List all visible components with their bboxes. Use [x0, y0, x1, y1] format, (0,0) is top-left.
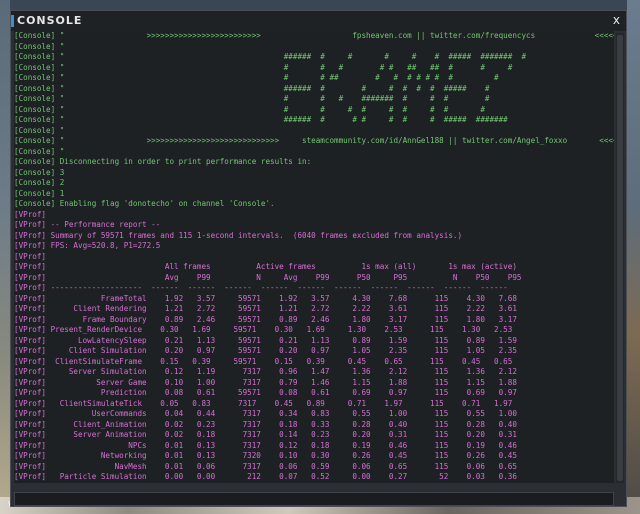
- log-line: [VProf] FPS: Avg=520.8, P1=272.5: [14, 241, 161, 250]
- log-line: [VProf]: [14, 483, 614, 484]
- console-title: CONSOLE: [17, 14, 83, 27]
- log-line: [Console] ": [14, 125, 65, 135]
- log-line: [Console] " # # # # # # # # #: [14, 104, 485, 114]
- log-line: [Console] " >>>>>>>>>>>>>>>>>>>>>>>>> fp…: [14, 31, 614, 40]
- log-line: [Console] 3: [14, 167, 65, 177]
- console-window: CONSOLE x [Console] " >>>>>>>>>>>>>>>>>>…: [10, 10, 627, 507]
- log-line: [VProf] -------------------- ------ ----…: [14, 283, 508, 292]
- log-line: [Console] " ###### # # # # # ##### #####…: [14, 52, 527, 61]
- log-line: [Console] Disconnecting in order to prin…: [14, 157, 312, 166]
- log-line: [Console] " # # ## # # # # # # # #: [14, 73, 499, 82]
- log-line: [VProf] Present_RenderDevice 0.30 1.69 5…: [14, 325, 513, 334]
- log-line: [VProf] NavMesh 0.01 0.06 7317 0.06 0.59…: [14, 461, 517, 471]
- log-line: [VProf] All frames Active frames 1s max …: [14, 262, 517, 271]
- log-line: [VProf]: [14, 251, 47, 261]
- log-line: [Console] Enabling flag 'donotecho' on c…: [14, 199, 275, 208]
- log-scrollbar[interactable]: [616, 33, 624, 483]
- log-line: [Console] 2: [14, 178, 65, 187]
- log-line: [VProf] Frame Boundary 0.89 2.46 59571 0…: [14, 314, 517, 324]
- log-line: [VProf] LowLatencySleep 0.21 1.13 59571 …: [14, 335, 517, 345]
- log-line: [VProf] Client Simulation 0.20 0.97 5957…: [14, 346, 517, 355]
- log-line: [VProf] FrameTotal 1.92 3.57 59571 1.92 …: [14, 293, 517, 303]
- title-accent-bar: [11, 15, 14, 27]
- game-background-left: [0, 0, 10, 514]
- console-log[interactable]: [Console] " >>>>>>>>>>>>>>>>>>>>>>>>> fp…: [14, 31, 614, 483]
- log-line: [Console] " # # # # # ## ## # # #: [14, 62, 513, 72]
- log-line: [Console] " # # # ####### # # # #: [14, 94, 490, 103]
- log-line: [VProf] -- Performance report --: [14, 220, 161, 229]
- log-line: [Console] ": [14, 146, 65, 156]
- log-line: [VProf] Particle Simulation 0.00 0.00 21…: [14, 472, 517, 481]
- log-line: [VProf] UserCommands 0.04 0.44 7317 0.34…: [14, 409, 517, 418]
- log-line: [Console] 1: [14, 188, 65, 198]
- console-input-container: [14, 492, 614, 506]
- scrollbar-thumb[interactable]: [617, 35, 623, 481]
- log-line: [VProf] Server Animation 0.02 0.18 7317 …: [14, 430, 517, 439]
- log-line: [Console] " ###### # # # # # # ##### ###…: [14, 115, 508, 124]
- log-line: [VProf] Server Game 0.10 1.00 7317 0.79 …: [14, 377, 517, 387]
- console-titlebar[interactable]: CONSOLE x: [11, 11, 626, 31]
- log-line: [VProf] Summary of 59571 frames and 115 …: [14, 230, 463, 240]
- log-line: [VProf] Networking 0.01 0.13 7320 0.10 0…: [14, 451, 517, 460]
- log-line: [VProf] Client Rendering 1.21 2.72 59571…: [14, 304, 517, 313]
- log-line: [Console] " >>>>>>>>>>>>>>>>>>>>>>>>>>>>…: [14, 136, 614, 145]
- log-line: [VProf] ClientSimulateTick 0.05 0.83 731…: [14, 398, 513, 408]
- console-command-input[interactable]: [15, 493, 613, 505]
- log-line: [VProf] Client_Animation 0.02 0.23 7317 …: [14, 419, 517, 429]
- log-line: [VProf] Avg P99 N Avg P99 P50 P95 N P50 …: [14, 272, 522, 282]
- log-line: [VProf] Server Simulation 0.12 1.19 7317…: [14, 367, 517, 376]
- log-line: [Console] " ###### # # # # # # ##### #: [14, 83, 490, 93]
- log-line: [VProf] ClientSimulateFrame 0.15 0.39 59…: [14, 356, 513, 366]
- log-line: [VProf] Prediction 0.08 0.61 59571 0.08 …: [14, 388, 517, 397]
- close-icon[interactable]: x: [613, 13, 620, 27]
- log-line: [Console] ": [14, 41, 65, 51]
- game-background-right: [627, 0, 640, 514]
- log-line: [VProf] NPCs 0.01 0.13 7317 0.12 0.18 0.…: [14, 440, 517, 450]
- log-line: [VProf]: [14, 209, 47, 219]
